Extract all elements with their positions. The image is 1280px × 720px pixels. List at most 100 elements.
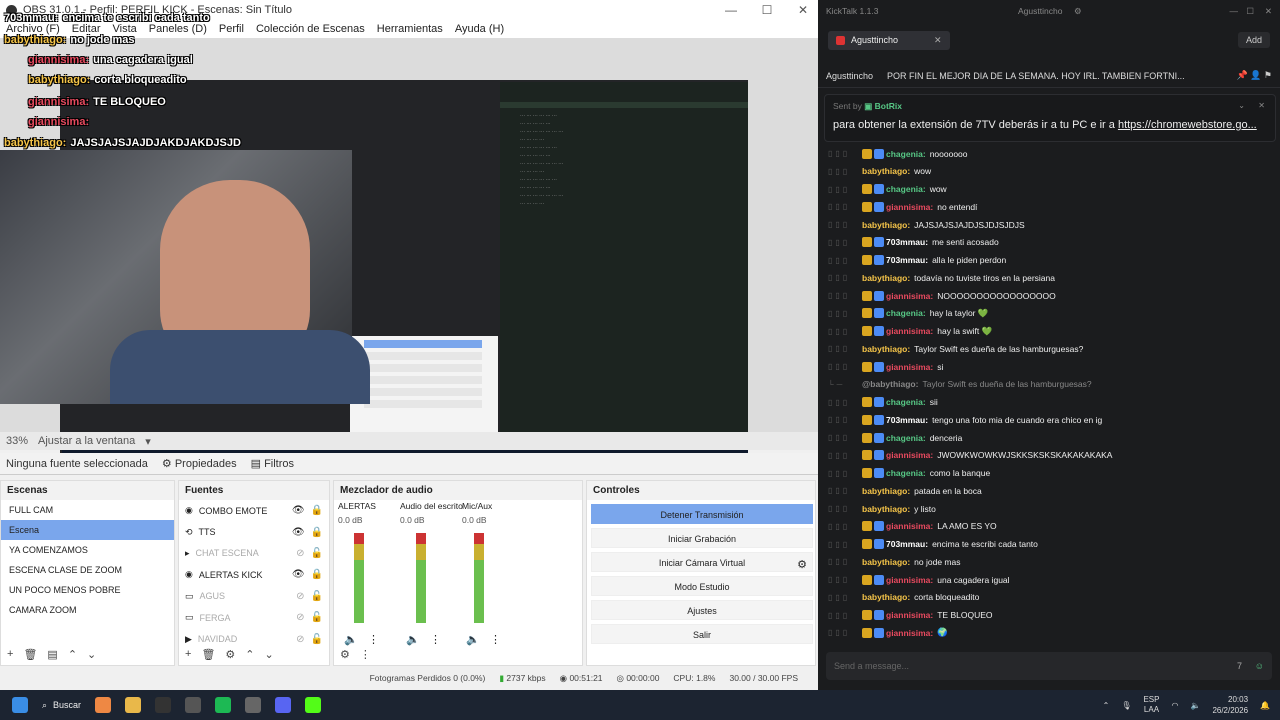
chat-message[interactable]: ▯▯▯ babythiago: JAJSJAJSJAJDJSJDJSJDJS [818, 216, 1280, 233]
clock[interactable]: 20:03 26/2/2026 [1212, 694, 1248, 716]
volume-meter[interactable] [354, 533, 364, 623]
minimize-icon[interactable]: — [716, 3, 746, 17]
chat-username[interactable]: babythiago: [862, 592, 910, 602]
exit-button[interactable]: Salir [591, 624, 813, 644]
unlock-icon[interactable]: 🔓 [311, 612, 323, 623]
add-icon[interactable]: + [7, 648, 13, 660]
chat-message[interactable]: ▯▯▯ babythiago: wow [818, 163, 1280, 180]
chat-username[interactable]: chagenia: [886, 308, 926, 318]
eye-icon[interactable]: 👁 [292, 569, 305, 580]
chat-username[interactable]: chagenia: [886, 149, 926, 159]
volume-meter[interactable] [474, 533, 484, 623]
chat-message[interactable]: ▯▯▯ chagenia: nooooooo [818, 145, 1280, 162]
chat-username[interactable]: giannisima: [886, 326, 933, 336]
arrow-up-icon[interactable]: ⌃ [68, 648, 77, 661]
chevron-right-icon[interactable]: ▸ [185, 548, 190, 559]
chat-message[interactable]: ▯▯▯ 703mmau: me senti acosado [818, 234, 1280, 251]
moderation-controls[interactable]: ▯▯▯ [818, 611, 862, 620]
chatgpt-icon[interactable] [185, 697, 202, 713]
moderation-controls[interactable]: ▯▯▯ [818, 415, 862, 424]
moderation-controls[interactable]: ▯▯▯ [818, 220, 862, 229]
moderation-controls[interactable]: ▯▯▯ [818, 557, 862, 566]
moderation-controls[interactable]: ▯▯▯ [818, 469, 862, 478]
chat-message[interactable]: ▯▯▯ giannisima: una cagadera igual [818, 571, 1280, 588]
chat-username[interactable]: babythiago: [862, 504, 910, 514]
unpin-icon[interactable]: ✕ [1258, 101, 1265, 110]
chat-message[interactable]: ▯▯▯ giannisima: si [818, 358, 1280, 375]
close-icon[interactable]: ✕ [934, 35, 942, 46]
moderation-controls[interactable]: ▯▯▯ [818, 149, 862, 158]
scene-item[interactable]: YA COMENZAMOS [1, 540, 174, 560]
chat-message[interactable]: ▯▯▯ 703mmau: encima te escribi cada tanto [818, 536, 1280, 553]
start-recording-button[interactable]: Iniciar Grabación [591, 528, 813, 548]
moderation-controls[interactable]: ▯▯▯ [818, 344, 862, 353]
chat-username[interactable]: chagenia: [886, 468, 926, 478]
chat-username[interactable]: babythiago: [862, 344, 910, 354]
chat-message[interactable]: ▯▯▯ babythiago: patada en la boca [818, 482, 1280, 499]
moderation-controls[interactable]: ▯▯▯ [818, 256, 862, 265]
chat-input[interactable]: Send a message... 7 ☺ [826, 652, 1272, 680]
chat-message[interactable]: ▯▯▯ chagenia: hay la taylor 💚 [818, 305, 1280, 322]
reply-preview[interactable]: └─ @babythiago: Taylor Swift es dueña de l… [818, 376, 1280, 393]
chat-message[interactable]: ▯▯▯ 703mmau: tengo una foto mia de cuando … [818, 411, 1280, 428]
chat-message[interactable]: ▯▯▯ babythiago: Taylor Swift es dueña de l… [818, 340, 1280, 357]
eye-off-icon[interactable]: ⊘ [296, 548, 304, 559]
source-item[interactable]: ⟲ TTS 👁 🔒 [179, 521, 329, 542]
chat-username[interactable]: chagenia: [886, 433, 926, 443]
chat-message[interactable]: ▯▯▯ giannisima: NOOOOOOOOOOOOOOOOO [818, 287, 1280, 304]
minimize-icon[interactable]: — [1230, 6, 1239, 16]
moderation-controls[interactable]: ▯▯▯ [818, 433, 862, 442]
discord-icon[interactable] [275, 697, 292, 713]
more-icon[interactable]: ⋮ [360, 648, 371, 661]
stop-stream-button[interactable]: Detener Transmisión [591, 504, 813, 524]
scene-item[interactable]: FULL CAM [1, 500, 174, 520]
file-explorer-icon[interactable] [125, 697, 142, 713]
arrow-down-icon[interactable]: ⌄ [265, 648, 274, 661]
windows-start-icon[interactable] [12, 697, 28, 713]
close-icon[interactable]: ✕ [1265, 6, 1272, 17]
chat-message[interactable]: ▯▯▯ babythiago: y listo [818, 500, 1280, 517]
account-name[interactable]: Agusttincho [1018, 6, 1062, 16]
chat-username[interactable]: giannisima: [886, 202, 933, 212]
scene-item[interactable]: UN POCO MENOS POBRE [1, 580, 174, 600]
source-item[interactable]: ▭ AGUS ⊘ 🔓 [179, 586, 329, 607]
start-virtual-camera-button[interactable]: Iniciar Cámara Virtual [591, 552, 813, 572]
chat-username[interactable]: babythiago: [862, 166, 910, 176]
filter-icon[interactable]: ▤ [47, 648, 57, 661]
scene-item[interactable]: ESCENA CLASE DE ZOOM [1, 560, 174, 580]
moderation-controls[interactable]: ▯▯▯ [818, 486, 862, 495]
zoom-level[interactable]: 33% [6, 435, 28, 447]
scene-item-selected[interactable]: Escena [1, 520, 174, 540]
volume-meter[interactable] [416, 533, 426, 623]
moderation-controls[interactable]: ▯▯▯ [818, 451, 862, 460]
chat-username[interactable]: chagenia: [886, 184, 926, 194]
volume-icon[interactable]: 🔈 [1190, 701, 1200, 710]
kick-icon[interactable] [305, 697, 322, 713]
microphone-icon[interactable]: 🎙 [1121, 701, 1131, 710]
chat-message[interactable]: ▯▯▯ giannisima: no entendí [818, 198, 1280, 215]
gear-icon[interactable]: ⚙ [340, 648, 350, 661]
scene-item[interactable]: CAMARA ZOOM [1, 600, 174, 620]
moderation-controls[interactable]: ▯▯▯ [818, 238, 862, 247]
chat-username[interactable]: giannisima: [886, 521, 933, 531]
chat-username[interactable]: giannisima: [886, 362, 933, 372]
eye-icon[interactable]: 👁 [292, 505, 305, 516]
wifi-icon[interactable]: ◠ [1171, 701, 1178, 710]
chat-message[interactable]: ▯▯▯ giannisima: JWOWKWOWKWJSKKSKSKSKAKAKAK… [818, 447, 1280, 464]
chat-message[interactable]: ▯▯▯ babythiago: corta bloqueadito [818, 589, 1280, 606]
moderation-controls[interactable]: ▯▯▯ [818, 398, 862, 407]
lock-icon[interactable]: 🔒 [311, 505, 323, 516]
chat-username[interactable]: babythiago: [862, 220, 910, 230]
close-icon[interactable]: ✕ [788, 3, 818, 17]
filters-button[interactable]: ▤ Filtros [251, 457, 294, 470]
chevron-down-icon[interactable]: ▾ [145, 435, 151, 448]
chat-username[interactable]: chagenia: [886, 397, 926, 407]
chat-username[interactable]: giannisima: [886, 610, 933, 620]
moderation-controls[interactable]: ▯▯▯ [818, 540, 862, 549]
language-indicator[interactable]: ESP LAA [1143, 695, 1159, 715]
moderation-controls[interactable]: ▯▯▯ [818, 291, 862, 300]
chat-username[interactable]: babythiago: [862, 273, 910, 283]
fit-select[interactable]: Ajustar a la ventana [38, 435, 135, 447]
moderation-controls[interactable]: ▯▯▯ [818, 593, 862, 602]
arrow-down-icon[interactable]: ⌄ [87, 648, 96, 661]
